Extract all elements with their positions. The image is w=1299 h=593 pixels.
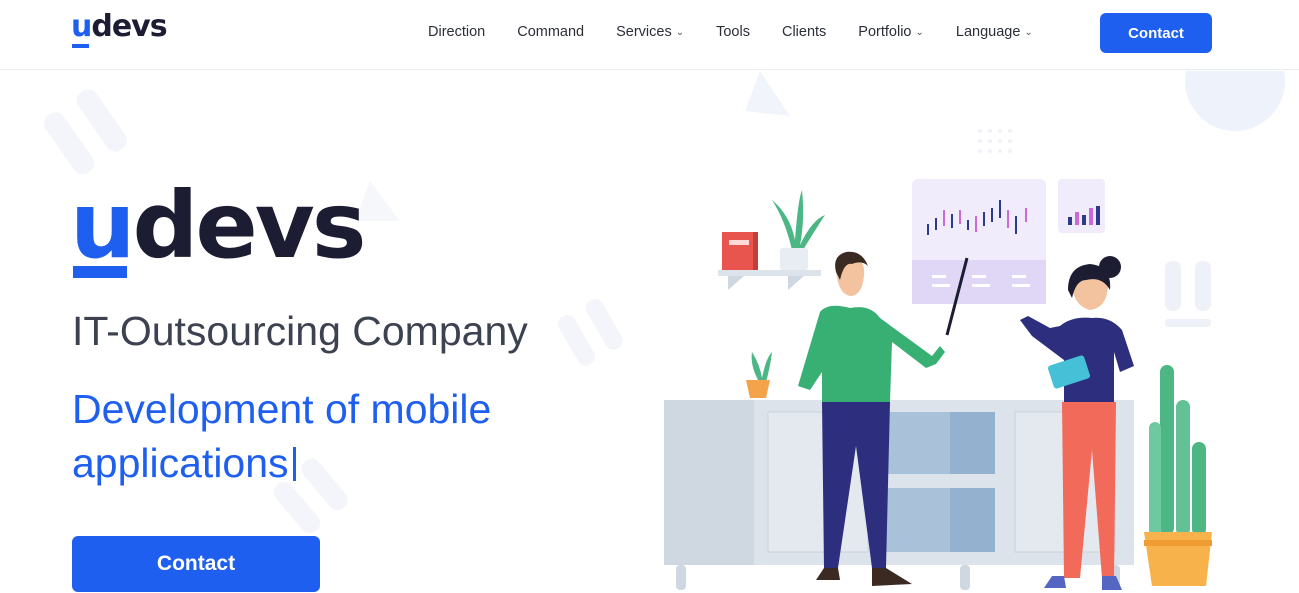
- mini-chart-card: [1058, 179, 1105, 233]
- nav-direction[interactable]: Direction: [428, 20, 485, 44]
- nav-clients-label: Clients: [781, 24, 827, 40]
- chevron-down-icon: ⌄: [915, 26, 924, 38]
- hero-contact-button[interactable]: Contact: [72, 536, 320, 592]
- hero-tagline: Development of mobile applications: [72, 382, 592, 490]
- nav-portfolio[interactable]: Portfolio ⌄: [858, 20, 924, 44]
- hero-logo-u: u: [70, 172, 135, 279]
- hero-tagline-text: Development of mobile applications: [72, 386, 492, 486]
- main-nav: Direction Command Services ⌄ Tools Client…: [428, 20, 1033, 44]
- chevron-down-icon: ⌄: [675, 26, 685, 38]
- nav-tools[interactable]: Tools: [716, 20, 750, 44]
- nav-tools-label: Tools: [716, 24, 750, 40]
- nav-services-label: Services: [616, 24, 672, 40]
- nav-command-label: Command: [517, 24, 585, 40]
- nav-command[interactable]: Command: [517, 20, 584, 44]
- chevron-down-icon: ⌄: [1024, 26, 1033, 38]
- nav-language[interactable]: Language ⌄: [956, 20, 1033, 44]
- hero-subtitle: IT-Outsourcing Company: [72, 308, 528, 354]
- typing-cursor: [292, 447, 296, 481]
- nav-portfolio-label: Portfolio: [858, 24, 912, 40]
- logo-u: u: [71, 9, 92, 48]
- hero-illustration: [664, 179, 1212, 590]
- nav-clients[interactable]: Clients: [782, 20, 826, 44]
- small-plant: [746, 352, 772, 398]
- chart-board: [912, 179, 1046, 304]
- header-logo[interactable]: udevs: [71, 9, 168, 48]
- nav-language-label: Language: [955, 24, 1021, 40]
- shelf: [718, 190, 825, 290]
- site-header: udevs Direction Command Services ⌄ Tools …: [0, 0, 1299, 70]
- logo-rest: devs: [91, 9, 167, 44]
- hero-logo-rest: devs: [132, 172, 367, 279]
- nav-services[interactable]: Services ⌄: [616, 20, 684, 44]
- cactus-plant: [1144, 365, 1212, 586]
- header-contact-button[interactable]: Contact: [1100, 13, 1212, 53]
- nav-direction-label: Direction: [428, 24, 486, 40]
- hero-logo: udevs: [70, 172, 366, 279]
